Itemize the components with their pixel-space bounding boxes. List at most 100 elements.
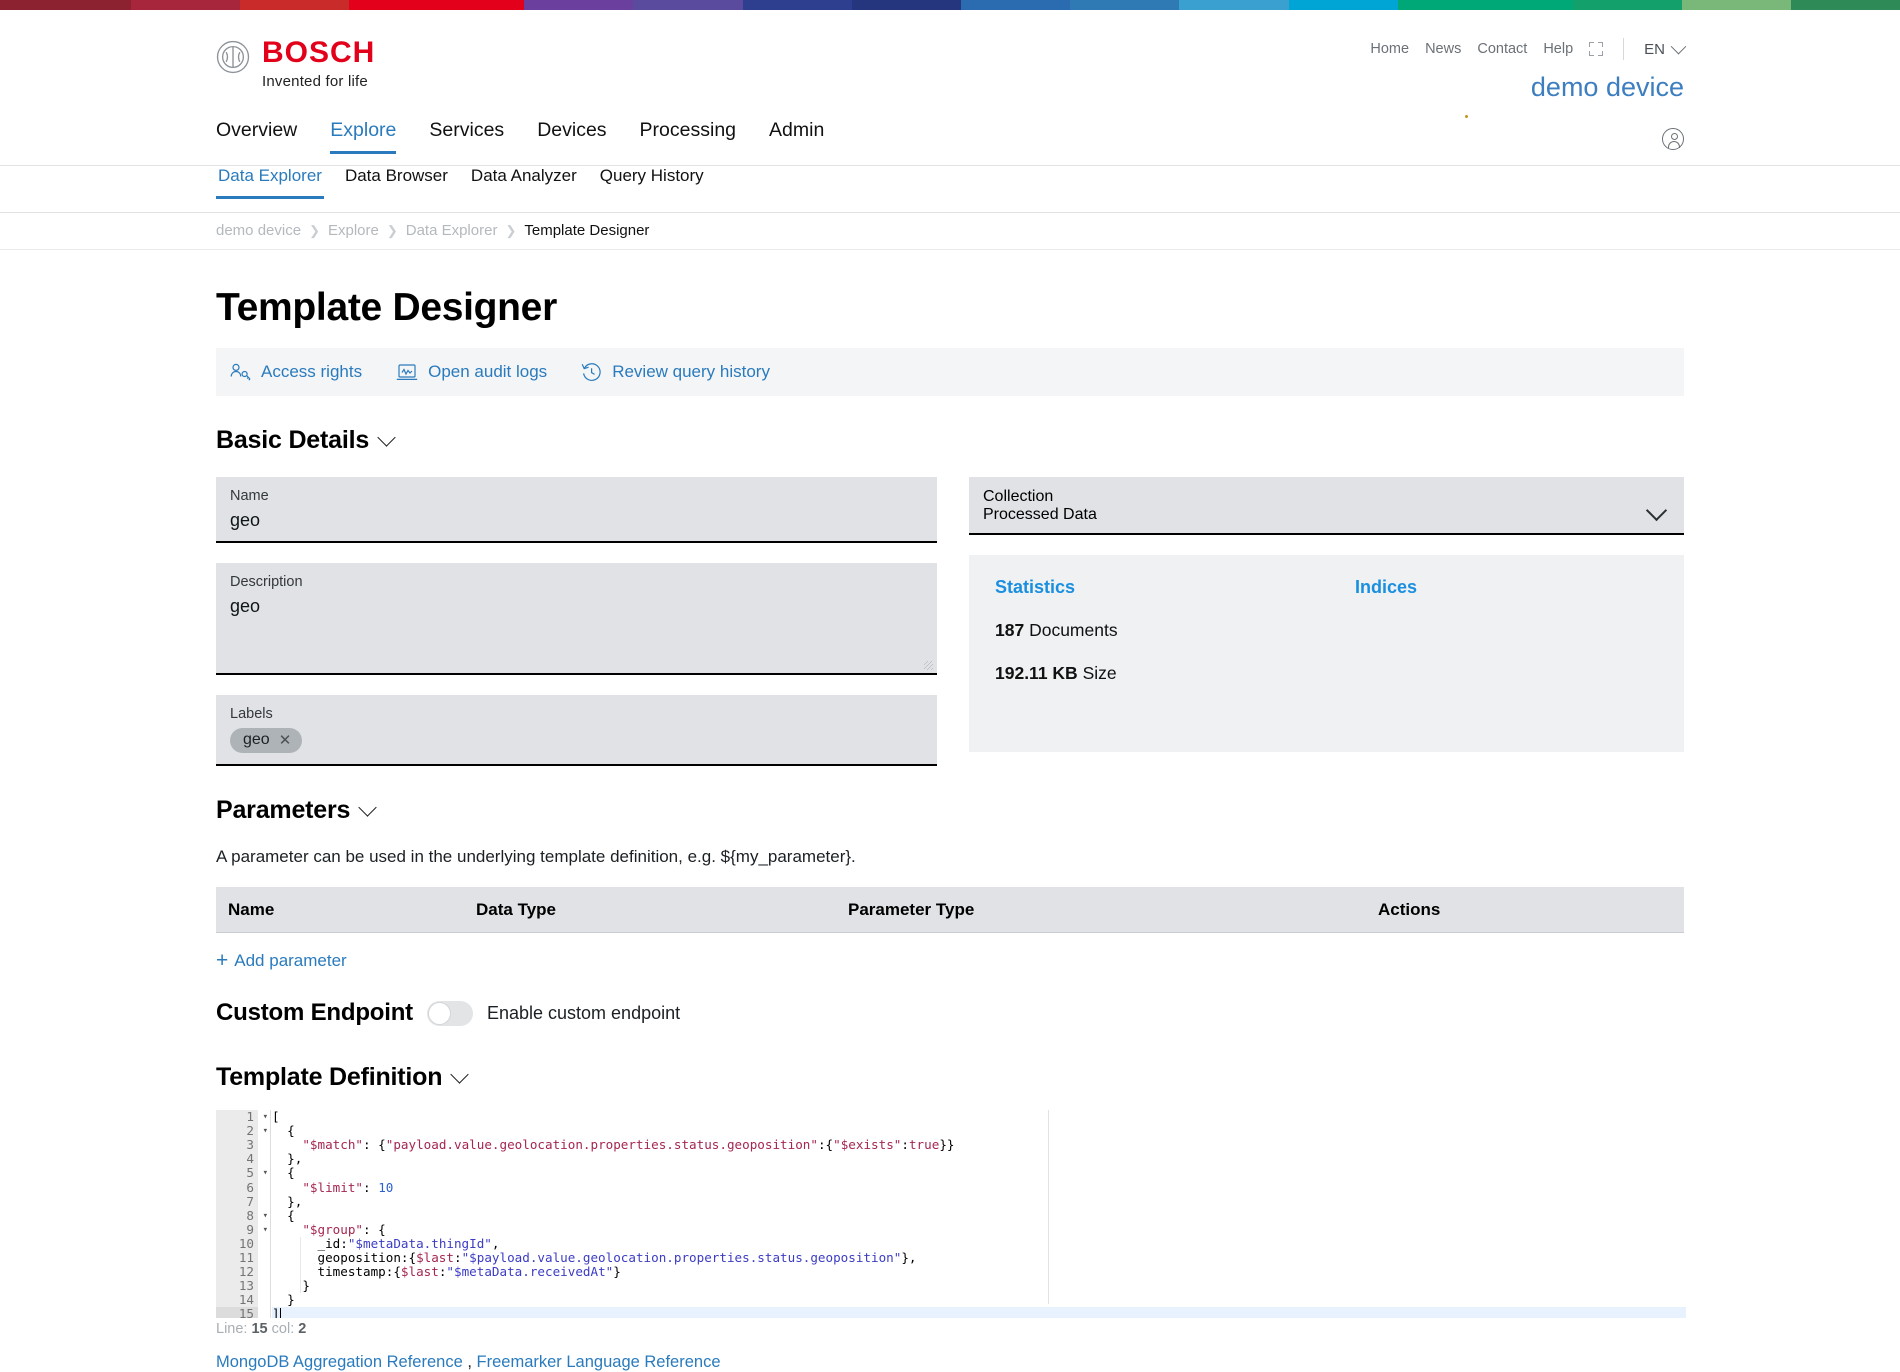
meta-link-home[interactable]: Home bbox=[1370, 41, 1409, 57]
chevron-down-icon[interactable] bbox=[377, 428, 396, 447]
indices-heading[interactable]: Indices bbox=[1355, 577, 1658, 598]
chevron-down-icon[interactable] bbox=[358, 798, 377, 817]
editor-code-line[interactable]: timestamp:{$last:"$metaData.receivedAt"} bbox=[272, 1264, 1686, 1279]
breadcrumb-item-data-explorer[interactable]: Data Explorer bbox=[406, 222, 498, 239]
main-nav-item-services[interactable]: Services bbox=[429, 119, 504, 154]
breadcrumb-separator: ❯ bbox=[386, 222, 398, 238]
label-chip-text: geo bbox=[243, 731, 270, 749]
meta-link-contact[interactable]: Contact bbox=[1477, 41, 1527, 57]
brand-strip-segment bbox=[1397, 0, 1573, 10]
editor-status-line: Line: 15 col: 2 bbox=[216, 1321, 1900, 1337]
meta-divider bbox=[1623, 38, 1625, 60]
collection-select[interactable]: Collection Processed Data bbox=[969, 477, 1684, 535]
editor-code-area[interactable]: [ { "$match": {"payload.value.geolocatio… bbox=[272, 1110, 1686, 1319]
bosch-anchor-icon bbox=[216, 40, 250, 74]
chevron-down-icon[interactable] bbox=[450, 1065, 470, 1084]
breadcrumb-separator: ❯ bbox=[505, 222, 517, 238]
parameters-header[interactable]: Parameters bbox=[216, 796, 1900, 825]
description-field-value: geo bbox=[230, 596, 261, 617]
breadcrumb-item-explore[interactable]: Explore bbox=[328, 222, 379, 239]
indices-column: Indices bbox=[1355, 577, 1658, 730]
label-chip[interactable]: geo ✕ bbox=[230, 728, 303, 754]
tab-data-explorer[interactable]: Data Explorer bbox=[216, 166, 324, 199]
brand-strip-segment bbox=[851, 0, 961, 10]
main-nav-item-processing[interactable]: Processing bbox=[640, 119, 736, 154]
editor-code-line[interactable]: } bbox=[272, 1278, 1686, 1293]
status-line-prefix: Line: bbox=[216, 1321, 248, 1338]
chevron-down-icon[interactable] bbox=[1645, 499, 1668, 522]
basic-details-header[interactable]: Basic Details bbox=[216, 426, 1900, 455]
brand-strip-segment bbox=[349, 0, 525, 10]
editor-gutter: 123456789101112131415 bbox=[216, 1110, 268, 1319]
bosch-logo[interactable]: BOSCH Invented for life bbox=[216, 38, 375, 90]
description-field[interactable]: Description geo bbox=[216, 562, 937, 675]
print-margin-guide bbox=[1048, 1110, 1049, 1305]
editor-line-number[interactable]: 1 bbox=[216, 1110, 268, 1124]
meta-link-news[interactable]: News bbox=[1425, 41, 1461, 57]
add-parameter-label: Add parameter bbox=[234, 951, 347, 971]
custom-endpoint-toggle[interactable] bbox=[426, 1000, 473, 1026]
editor-line-number[interactable]: 2 bbox=[216, 1124, 268, 1139]
status-col-number: 2 bbox=[298, 1321, 307, 1338]
editor-code-line[interactable]: ] bbox=[272, 1306, 1686, 1319]
statistics-panel: Statistics 187 Documents 192.11 KB Size … bbox=[969, 555, 1684, 752]
main-nav-item-admin[interactable]: Admin bbox=[769, 119, 824, 154]
brand-strip-segment bbox=[1179, 0, 1289, 10]
editor-line-number: 6 bbox=[246, 1179, 254, 1195]
freemarker-language-reference-link[interactable]: Freemarker Language Reference bbox=[477, 1353, 721, 1371]
editor-code-line[interactable]: "$match": {"payload.value.geolocation.pr… bbox=[272, 1138, 1686, 1152]
documents-count: 187 bbox=[995, 620, 1025, 640]
external-window-icon[interactable] bbox=[1589, 42, 1604, 56]
editor-code-line[interactable]: { bbox=[272, 1124, 1686, 1138]
editor-line-number[interactable]: 9 bbox=[216, 1222, 268, 1237]
plus-icon: + bbox=[216, 948, 229, 972]
breadcrumb-item-demo-device[interactable]: demo device bbox=[216, 222, 301, 239]
open-audit-logs-button[interactable]: Open audit logs bbox=[396, 362, 547, 382]
account-circle-icon[interactable] bbox=[1662, 128, 1684, 150]
main-nav-item-explore[interactable]: Explore bbox=[330, 119, 397, 155]
action-bar: Access rights Open audit logs Review que… bbox=[216, 348, 1684, 396]
brand-strip-segment bbox=[240, 0, 350, 10]
tab-data-browser[interactable]: Data Browser bbox=[343, 166, 450, 199]
main-nav-item-overview[interactable]: Overview bbox=[216, 119, 297, 154]
review-query-history-button[interactable]: Review query history bbox=[581, 362, 770, 382]
editor-code-line[interactable]: { bbox=[272, 1166, 1686, 1180]
editor-code-line[interactable]: "$limit": 10 bbox=[272, 1180, 1686, 1195]
code-editor[interactable]: 123456789101112131415 [ { "$match": {"pa… bbox=[216, 1110, 1686, 1319]
size-stat: 192.11 KB Size bbox=[995, 663, 1355, 684]
sub-nav-list: Data Explorer Data Browser Data Analyzer… bbox=[216, 166, 706, 213]
editor-code-line[interactable]: "$group": { bbox=[272, 1222, 1686, 1237]
tab-query-history[interactable]: Query History bbox=[598, 166, 706, 199]
editor-code-line[interactable]: { bbox=[272, 1208, 1686, 1223]
add-parameter-button[interactable]: + Add parameter bbox=[216, 948, 1900, 972]
editor-line-number: 15 bbox=[216, 1306, 258, 1319]
main-nav-item-devices[interactable]: Devices bbox=[537, 119, 606, 154]
brand-strip-segment bbox=[1681, 0, 1791, 10]
editor-line-number: 11 bbox=[238, 1249, 254, 1265]
brand-strip-segment bbox=[1070, 0, 1180, 10]
statistics-heading[interactable]: Statistics bbox=[995, 577, 1355, 598]
editor-line-number: 3 bbox=[246, 1137, 254, 1153]
editor-code-line[interactable]: geoposition:{$last:"$payload.value.geolo… bbox=[272, 1250, 1686, 1265]
editor-code-line[interactable]: }, bbox=[272, 1194, 1686, 1209]
tab-data-analyzer[interactable]: Data Analyzer bbox=[469, 166, 579, 199]
access-rights-button[interactable]: Access rights bbox=[230, 362, 362, 382]
labels-field[interactable]: Labels geo ✕ bbox=[216, 694, 937, 767]
editor-code-line[interactable]: _id:"$metaData.thingId", bbox=[272, 1236, 1686, 1251]
close-icon[interactable]: ✕ bbox=[279, 733, 292, 748]
custom-endpoint-title: Custom Endpoint bbox=[216, 999, 413, 1027]
name-field-value: geo bbox=[230, 510, 261, 531]
editor-line-number[interactable]: 5 bbox=[216, 1166, 268, 1181]
editor-line-number[interactable]: 8 bbox=[216, 1208, 268, 1223]
editor-code-line[interactable]: } bbox=[272, 1292, 1686, 1307]
editor-code-line[interactable]: [ bbox=[272, 1110, 1686, 1124]
editor-code-line[interactable]: }, bbox=[272, 1152, 1686, 1166]
audit-log-icon bbox=[396, 363, 418, 380]
meta-link-help[interactable]: Help bbox=[1543, 41, 1573, 57]
template-definition-header[interactable]: Template Definition bbox=[216, 1063, 1900, 1092]
language-selector[interactable]: EN bbox=[1644, 38, 1687, 58]
documents-label: Documents bbox=[1029, 620, 1118, 640]
name-field[interactable]: Name geo bbox=[216, 477, 937, 543]
resize-handle-icon[interactable] bbox=[924, 660, 933, 670]
mongodb-aggregation-reference-link[interactable]: MongoDB Aggregation Reference bbox=[216, 1353, 463, 1371]
